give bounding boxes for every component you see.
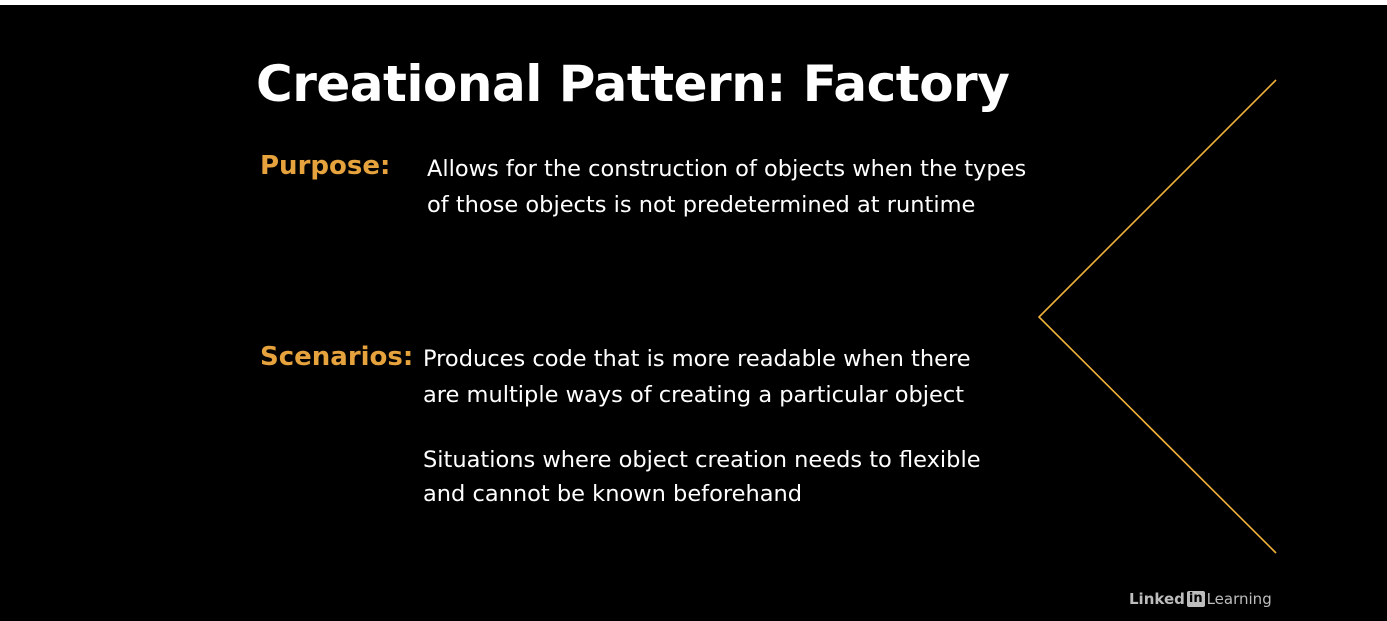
linkedin-learning-logo: Linked in Learning bbox=[1129, 590, 1272, 608]
scenario-item: Situations where object creation needs t… bbox=[423, 443, 981, 511]
purpose-line: Allows for the construction of objects w… bbox=[427, 156, 1027, 182]
scenario-line: Produces code that is more readable when… bbox=[423, 346, 971, 372]
scenario-line: are multiple ways of creating a particul… bbox=[423, 382, 965, 408]
scenario-item: Produces code that is more readable when… bbox=[423, 341, 971, 413]
slide-title: Creational Pattern: Factory bbox=[256, 55, 1010, 113]
purpose-line: of those objects is not predetermined at… bbox=[427, 192, 976, 218]
purpose-text: Allows for the construction of objects w… bbox=[427, 151, 1026, 223]
scenario-line: Situations where object creation needs t… bbox=[423, 447, 981, 473]
scenarios-label: Scenarios: bbox=[260, 342, 414, 372]
chevron-line bbox=[1037, 79, 1277, 554]
slide: Creational Pattern: Factory Purpose: All… bbox=[0, 5, 1387, 621]
scenario-line: and cannot be known beforehand bbox=[423, 481, 803, 507]
purpose-label: Purpose: bbox=[260, 151, 391, 181]
